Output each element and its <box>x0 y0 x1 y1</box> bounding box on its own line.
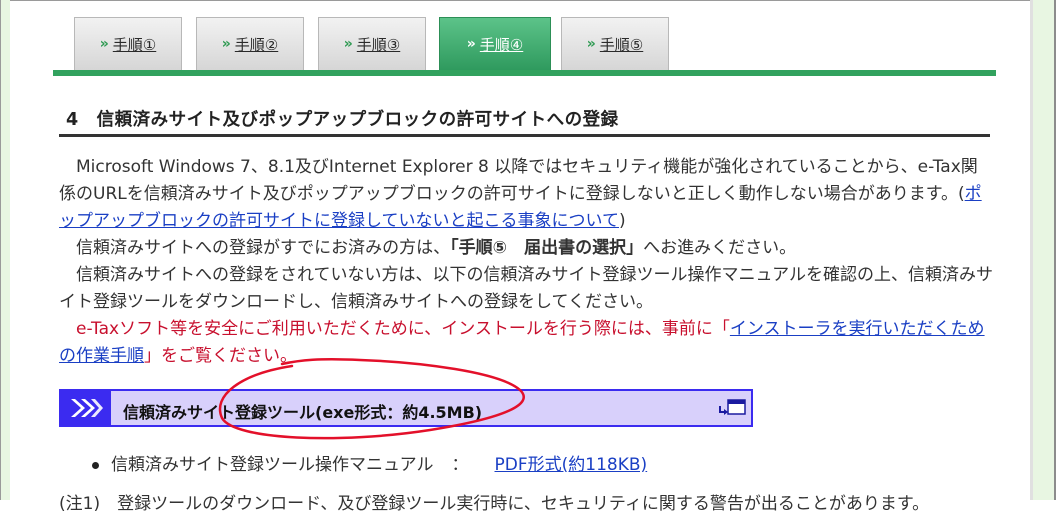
chevron-right-icon: » <box>586 36 596 52</box>
warning-text: e-Taxソフト等を安全にご利用いただくために、インストールを行う際には、事前に… <box>76 319 730 339</box>
paragraph-intro-end: ) <box>618 211 626 231</box>
paragraph-not-registered: 信頼済みサイトへの登録をされていない方は、以下の信頼済みサイト登録ツール操作マニ… <box>59 265 993 312</box>
chevron-right-icon: » <box>343 36 353 52</box>
double-chevron-right-icon <box>61 391 111 425</box>
manual-list-item: 信頼済みサイト登録ツール操作マニュアル ： PDF形式(約118KB) <box>92 450 647 475</box>
body-text: Microsoft Windows 7、8.1及びInternet Explor… <box>59 154 994 370</box>
section-heading: 4 信頼済みサイト及びポップアップブロックの許可サイトへの登録 <box>66 110 619 130</box>
tab-underline-bar <box>53 70 996 76</box>
page-gutter-right <box>1033 0 1054 500</box>
tab-step-5[interactable]: » 手順⑤ <box>561 17 669 70</box>
chevron-right-icon: » <box>221 36 231 52</box>
manual-pdf-link[interactable]: PDF形式(約118KB) <box>495 455 648 475</box>
chevron-right-icon: » <box>466 36 476 52</box>
paragraph-already-registered: 信頼済みサイトへの登録がすでにお済みの方は、「手順⑤ 届出書の選択」へお進みくだ… <box>59 235 994 262</box>
new-window-icon <box>717 398 747 418</box>
window-border-top <box>0 0 1056 1</box>
tab-label: 手順④ <box>479 35 524 54</box>
download-tool-label: 信頼済みサイト登録ツール(exe形式：約4.5MB) <box>123 403 483 422</box>
tab-step-3[interactable]: » 手順③ <box>318 17 426 70</box>
paragraph-text: へお進みください。 <box>643 238 797 258</box>
step5-reference: 「手順⑤ 届出書の選択」 <box>450 238 644 258</box>
tab-label: 手順① <box>112 35 157 54</box>
page-gutter-left <box>1 0 10 500</box>
paragraph-intro-text: Microsoft Windows 7、8.1及びInternet Explor… <box>59 157 978 204</box>
footnote: (注1) 登録ツールのダウンロード、及び登録ツール実行時に、セキュリティに関する… <box>59 494 930 514</box>
paragraph-warning: e-Taxソフト等を安全にご利用いただくために、インストールを行う際には、事前に… <box>59 316 994 370</box>
manual-label: 信頼済みサイト登録ツール操作マニュアル <box>111 455 434 475</box>
heading-rule <box>59 134 990 137</box>
tab-label: 手順③ <box>356 35 401 54</box>
warning-text: 」をご覧ください。 <box>144 346 297 366</box>
tab-step-1[interactable]: » 手順① <box>74 17 182 70</box>
bullet-dot <box>92 461 99 469</box>
manual-separator: ： <box>451 455 469 475</box>
download-tool-button[interactable]: 信頼済みサイト登録ツール(exe形式：約4.5MB) <box>59 389 753 427</box>
tab-step-4[interactable]: » 手順④ <box>439 17 551 70</box>
tab-label: 手順⑤ <box>599 35 644 54</box>
paragraph-text: 信頼済みサイトへの登録がすでにお済みの方は、 <box>76 238 451 258</box>
paragraph-intro: Microsoft Windows 7、8.1及びInternet Explor… <box>59 154 994 235</box>
chevron-right-icon: » <box>99 36 109 52</box>
tab-step-2[interactable]: » 手順② <box>196 17 304 70</box>
tab-label: 手順② <box>234 35 279 54</box>
